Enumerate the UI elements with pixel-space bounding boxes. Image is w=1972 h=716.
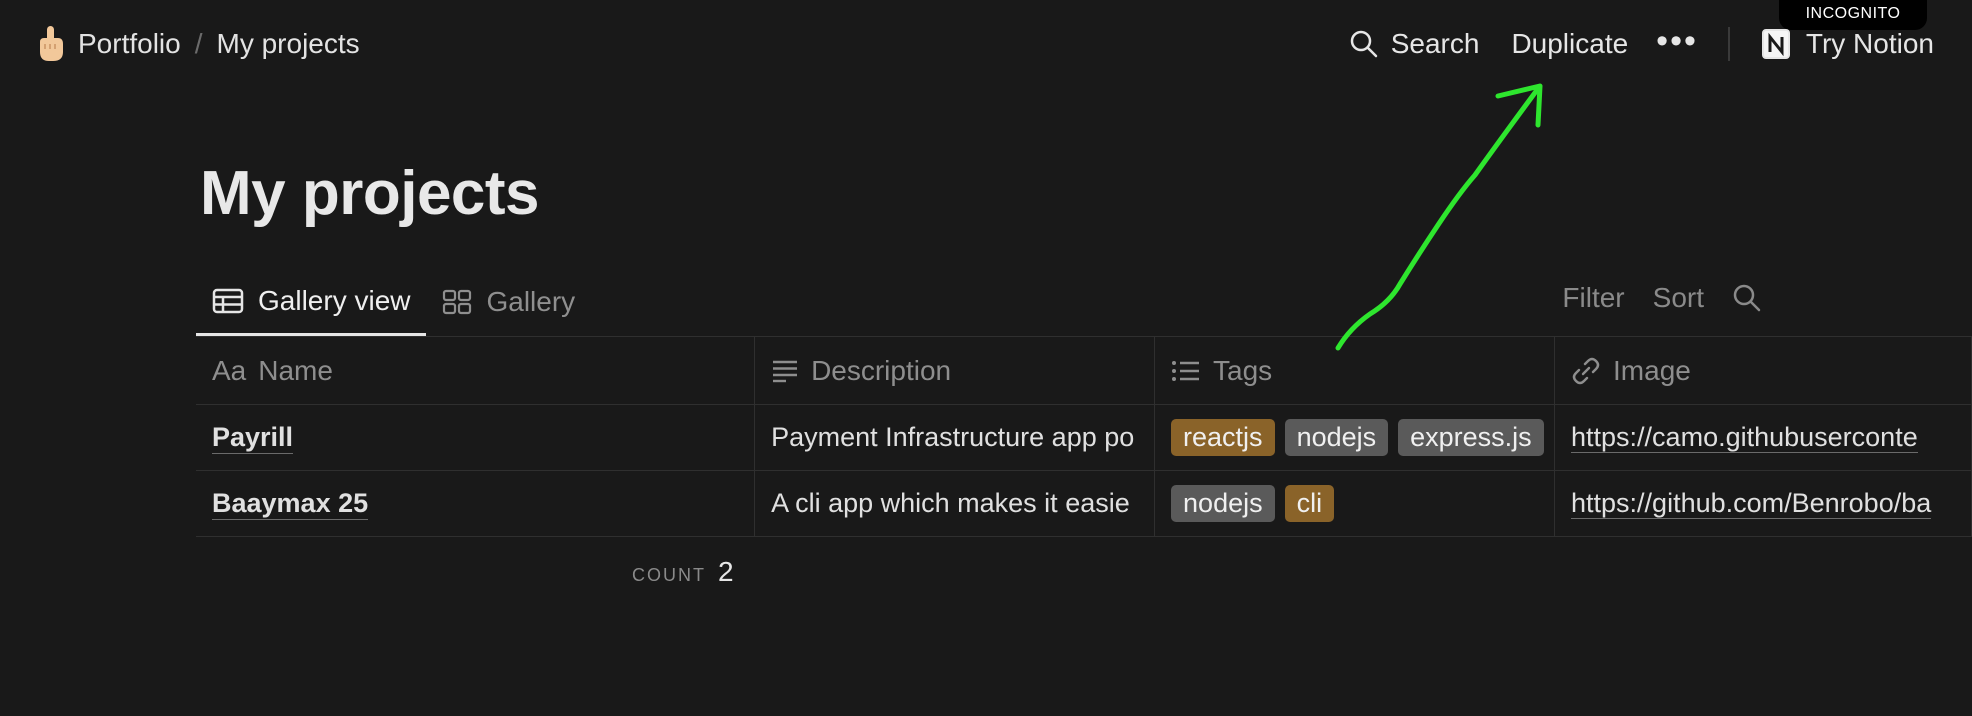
notion-logo-icon <box>1760 27 1794 61</box>
column-header-description[interactable]: Description <box>754 336 1156 405</box>
table-row[interactable]: Payrill Payment Infrastructure app po re… <box>196 404 1972 471</box>
tab-gallery-view[interactable]: Gallery view <box>196 268 427 336</box>
cell-tags[interactable]: reactjs nodejs express.js <box>1154 404 1556 471</box>
tab-label: Gallery <box>486 286 576 317</box>
tag: cli <box>1284 485 1335 522</box>
cell-description[interactable]: Payment Infrastructure app po <box>754 404 1156 471</box>
duplicate-button[interactable]: Duplicate <box>1511 28 1628 60</box>
column-header-name[interactable]: Aa Name <box>196 336 756 405</box>
row-name[interactable]: Baaymax 25 <box>212 488 369 520</box>
cell-image[interactable]: https://github.com/Benrobo/ba <box>1554 470 1972 537</box>
top-bar: Portfolio / My projects Search Duplicate… <box>0 0 1972 86</box>
breadcrumb: Portfolio / My projects <box>34 22 360 66</box>
cell-name[interactable]: Payrill <box>196 404 756 471</box>
breadcrumb-my-projects[interactable]: My projects <box>217 28 360 60</box>
tag: express.js <box>1398 419 1544 456</box>
column-label: Tags <box>1213 354 1273 386</box>
text-lines-icon <box>771 359 799 383</box>
tag: nodejs <box>1284 419 1389 456</box>
filter-button[interactable]: Filter <box>1562 282 1624 314</box>
count-value: 2 <box>718 556 734 587</box>
green-arrow-annotation <box>1300 70 1560 360</box>
row-name[interactable]: Payrill <box>212 422 294 454</box>
view-search-icon[interactable] <box>1732 283 1762 313</box>
tab-gallery[interactable]: Gallery <box>426 268 591 336</box>
column-label: Name <box>258 354 333 386</box>
table-row[interactable]: Baaymax 25 A cli app which makes it easi… <box>196 470 1972 537</box>
column-label: Image <box>1613 354 1691 386</box>
list-icon <box>1171 359 1201 383</box>
search-button[interactable]: Search <box>1349 28 1480 60</box>
sort-button[interactable]: Sort <box>1653 282 1704 314</box>
cell-description[interactable]: A cli app which makes it easie <box>754 470 1156 537</box>
tag: nodejs <box>1171 485 1275 522</box>
breadcrumb-portfolio[interactable]: Portfolio <box>78 28 181 60</box>
duplicate-label: Duplicate <box>1511 28 1629 59</box>
table-icon <box>212 288 244 314</box>
column-label: Description <box>811 354 952 386</box>
row-description: A cli app which makes it easie <box>771 488 1130 518</box>
gallery-grid-icon <box>442 289 472 315</box>
more-options-button[interactable]: ••• <box>1656 24 1698 64</box>
image-url-link[interactable]: https://camo.githubuserconte <box>1571 422 1918 453</box>
view-actions: Filter Sort <box>1562 278 1762 318</box>
row-count[interactable]: COUNT 2 <box>632 556 734 588</box>
try-notion-label: Try Notion <box>1805 28 1934 59</box>
cell-image[interactable]: https://camo.githubuserconte <box>1554 404 1972 471</box>
projects-table: Aa Name Description Tags Image Payrill P… <box>196 336 1972 537</box>
search-icon <box>1349 29 1379 59</box>
tag: reactjs <box>1171 419 1275 456</box>
tab-label: Gallery view <box>258 284 411 316</box>
breadcrumb-separator: / <box>194 28 203 59</box>
pointing-up-hand-icon[interactable] <box>34 24 68 64</box>
row-description: Payment Infrastructure app po <box>771 422 1135 452</box>
image-url-link[interactable]: https://github.com/Benrobo/ba <box>1571 488 1932 519</box>
page-title: My projects <box>200 159 540 228</box>
link-icon <box>1571 356 1601 386</box>
cell-tags[interactable]: nodejs cli <box>1154 470 1556 537</box>
top-actions: Search Duplicate ••• Try Notion <box>1349 22 1934 66</box>
search-label: Search <box>1390 28 1480 59</box>
table-header-row: Aa Name Description Tags Image <box>196 336 1972 405</box>
try-notion-button[interactable]: Try Notion <box>1760 27 1934 61</box>
cell-name[interactable]: Baaymax 25 <box>196 470 756 537</box>
column-header-image[interactable]: Image <box>1554 336 1972 405</box>
count-label: COUNT <box>632 565 706 585</box>
text-property-icon: Aa <box>212 354 247 386</box>
divider <box>1727 27 1730 61</box>
view-tabs: Gallery view Gallery <box>196 268 591 336</box>
